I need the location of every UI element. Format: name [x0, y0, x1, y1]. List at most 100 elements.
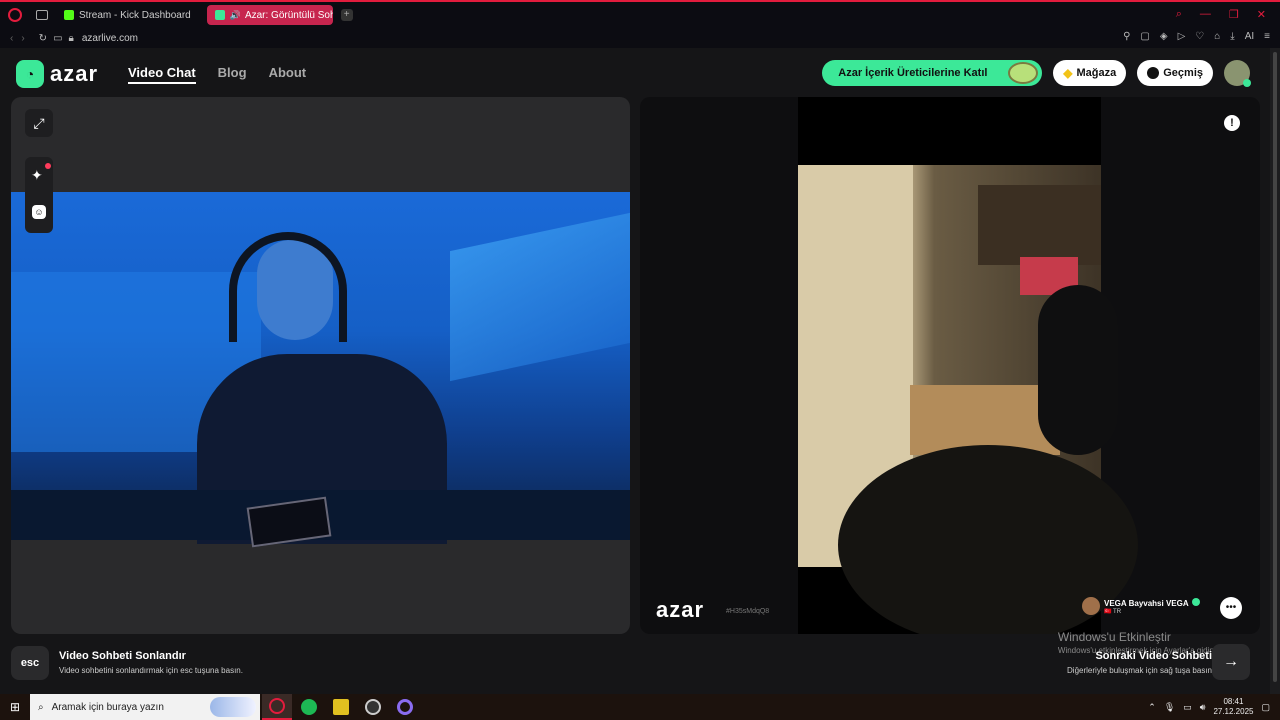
chat-button[interactable]: •••	[1220, 597, 1242, 619]
remote-room	[798, 165, 1138, 634]
esc-button[interactable]: esc	[11, 646, 49, 680]
diamond-icon: ◆	[1063, 66, 1073, 80]
opera-logo-icon[interactable]	[8, 8, 22, 22]
face-filter-icon[interactable]: ☺	[32, 205, 46, 219]
z-app-icon[interactable]	[326, 694, 356, 720]
tab-azar[interactable]: 🔊 Azar: Görüntülü Sohbe	[206, 5, 333, 25]
activation-title: Windows'u Etkinleştir	[1057, 630, 1171, 644]
history-button[interactable]: Geçmiş	[1137, 60, 1213, 86]
camera-icon[interactable]: ▭	[53, 33, 62, 44]
history-label: Geçmiş	[1163, 67, 1203, 79]
tab-kick-dashboard[interactable]: Stream - Kick Dashboard	[56, 5, 199, 25]
flag-icon: 🇹🇷	[1104, 608, 1112, 615]
nav-video-chat[interactable]: Video Chat	[128, 65, 196, 84]
peer-name-row: VEGA Bayvahsi VEGA	[1104, 597, 1200, 608]
microphone-icon[interactable]: 🎙︎	[1164, 702, 1175, 713]
arrow-right-icon: →	[1223, 653, 1239, 670]
window-controls: ⌕ — ❐ ✕	[1176, 8, 1266, 21]
maximize-icon[interactable]: ❐	[1229, 8, 1239, 21]
next-chat-button[interactable]: →	[1212, 644, 1250, 680]
notifications-icon[interactable]: ▢	[1261, 702, 1270, 713]
system-tray: ⌃ 🎙︎ ▭ 🔊︎ 08:41 27.12.2025 ▢	[1148, 694, 1270, 720]
cortana-app-icon[interactable]	[390, 694, 420, 720]
nav-about[interactable]: About	[269, 65, 307, 84]
shield-icon[interactable]: ◈	[1160, 31, 1168, 42]
obs-app-icon[interactable]	[358, 694, 388, 720]
opera-app-icon[interactable]	[262, 694, 292, 720]
close-icon[interactable]: ✕	[1257, 8, 1266, 21]
peer-name: VEGA Bayvahsi VEGA	[1104, 598, 1189, 608]
network-icon[interactable]: ▭	[1183, 702, 1192, 713]
notification-dot	[45, 163, 51, 169]
spotify-app-icon[interactable]	[294, 694, 324, 720]
header-actions: Azar İçerik Üreticilerine Katıl ◆ Mağaza…	[822, 60, 1251, 87]
azar-favicon-icon	[214, 10, 225, 20]
chevron-up-icon[interactable]: ⌃	[1148, 702, 1156, 713]
browser-tab-strip: Stream - Kick Dashboard 🔊 Azar: Görüntül…	[0, 0, 1280, 28]
pin-icon[interactable]: ⚲	[1123, 31, 1130, 42]
end-chat-title: Video Sohbeti Sonlandır	[59, 650, 186, 662]
next-chat-title: Sonraki Video Sohbeti	[1095, 650, 1212, 662]
peer-avatar	[1082, 597, 1100, 615]
headset	[229, 232, 347, 342]
volume-icon[interactable]: 🔊︎	[1200, 702, 1206, 713]
peer-country: TR	[1113, 608, 1122, 615]
expand-icon: ⤢	[33, 114, 45, 131]
new-tab-button[interactable]: +	[340, 9, 353, 21]
clock-icon	[1147, 67, 1160, 79]
azar-logo[interactable]: ◔ azar	[16, 60, 98, 88]
report-icon[interactable]: !	[1224, 115, 1240, 131]
azar-watermark: azar	[656, 597, 705, 622]
page-scrollbar[interactable]	[1270, 48, 1280, 694]
clock-time: 08:41	[1223, 697, 1244, 706]
person-shoulder	[1038, 285, 1118, 455]
tab-overview-icon[interactable]	[36, 10, 48, 20]
effects-toolbar: ✦ ☺	[25, 157, 53, 233]
url-text[interactable]: azarlive.com	[82, 33, 138, 44]
watermark-id: #H35sMdqQ8	[726, 608, 770, 615]
end-chat-subtitle: Video sohbetini sonlandırmak için esc tu…	[59, 666, 243, 675]
lock-icon: 🔒︎	[68, 32, 74, 44]
verified-icon	[1191, 597, 1200, 606]
play-icon[interactable]: ▷	[1178, 31, 1186, 42]
minimize-icon[interactable]: —	[1200, 8, 1211, 21]
avatar[interactable]	[1224, 60, 1251, 87]
next-chat-hint: Sonraki Video Sohbeti Diğerleriyle buluş…	[1067, 650, 1212, 675]
taskbar-search-input[interactable]: ⌕ Aramak için buraya yazın	[30, 694, 260, 720]
kick-favicon-icon	[64, 10, 74, 20]
cortana-icon	[397, 699, 413, 715]
creator-join-button[interactable]: Azar İçerik Üreticilerine Katıl	[822, 60, 1043, 86]
z-icon	[333, 699, 349, 715]
snapshot-icon[interactable]: ▢	[1140, 31, 1149, 42]
speaker-icon: 🔊	[229, 9, 241, 20]
heart-icon[interactable]: ♡	[1195, 31, 1204, 42]
peer-country-row: 🇹🇷 TR	[1104, 608, 1200, 615]
tab-label: Stream - Kick Dashboard	[79, 9, 191, 21]
expand-button[interactable]: ⤢	[25, 109, 53, 137]
taskbar-clock[interactable]: 08:41 27.12.2025	[1213, 697, 1253, 717]
online-indicator	[1243, 79, 1251, 87]
remote-camera-feed	[798, 97, 1138, 634]
opera-icon	[269, 698, 285, 714]
background-bunk	[450, 212, 630, 382]
nav-blog[interactable]: Blog	[218, 65, 247, 84]
windows-start-icon[interactable]: ⊞	[0, 694, 30, 720]
reload-icon[interactable]: ↻	[39, 33, 47, 44]
remote-video-panel: ! azar #H35sMdqQ8 VEGA Bayvahsi VEGA 🇹🇷 …	[640, 97, 1260, 634]
address-bar: ‹› ↻ ▭ 🔒︎ azarlive.com ⚲ ▢ ◈ ▷ ♡ ⌂ ⤓ AI …	[0, 28, 1280, 48]
peer-info[interactable]: VEGA Bayvahsi VEGA 🇹🇷 TR	[1082, 597, 1200, 615]
creator-button-label: Azar İçerik Üreticilerine Katıl	[838, 67, 988, 79]
back-forward-icon[interactable]: ‹›	[10, 33, 33, 44]
shop-button[interactable]: ◆ Mağaza	[1053, 60, 1127, 86]
search-highlight-image	[210, 697, 256, 717]
download-icon[interactable]: ⤓	[1230, 31, 1234, 42]
menu-icon[interactable]: ≡	[1264, 31, 1270, 42]
scrollbar-thumb[interactable]	[1273, 52, 1277, 682]
wallet-icon[interactable]: ⌂	[1214, 31, 1220, 42]
local-video-panel: ⤢ ✦ ☺	[11, 97, 630, 634]
sparkle-icon[interactable]: ✦	[31, 167, 43, 184]
clock-date: 27.12.2025	[1213, 707, 1254, 716]
search-icon[interactable]: ⌕	[1176, 8, 1182, 21]
chat-icon: •••	[1225, 602, 1237, 613]
ai-icon[interactable]: AI	[1245, 31, 1254, 42]
